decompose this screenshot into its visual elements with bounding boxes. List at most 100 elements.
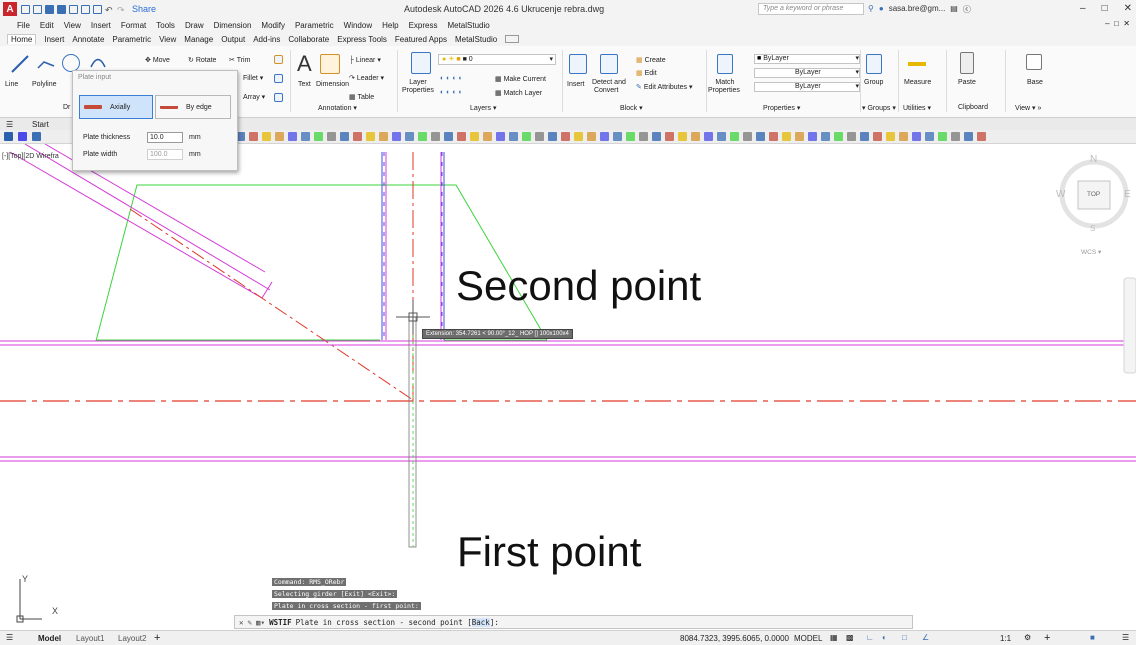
table-button[interactable]: ▦ Table xyxy=(349,93,374,101)
tab-layout1[interactable]: Layout1 xyxy=(76,634,104,643)
by-edge-option[interactable]: By edge xyxy=(155,95,231,119)
command-line[interactable]: ✕ ✎ ▦▾ WSTIF Plate in cross section - se… xyxy=(234,615,913,629)
layer-tools-icons-2[interactable]: ◐ ◐ ◐ ◐ xyxy=(440,89,463,96)
toolbar-tool-icon[interactable] xyxy=(652,132,661,141)
coordinates-readout[interactable]: 8084.7323, 3995.6065, 0.0000 xyxy=(680,634,789,643)
toolbar-tool-icon[interactable] xyxy=(444,132,453,141)
viewcube-top-label[interactable]: TOP xyxy=(1087,191,1100,198)
tab-options-icon[interactable] xyxy=(505,35,520,43)
minimize-icon[interactable]: – xyxy=(1080,3,1086,14)
tab-annotate[interactable]: Annotate xyxy=(72,35,104,44)
explode-icon[interactable] xyxy=(274,74,283,83)
group-icon[interactable] xyxy=(866,54,882,74)
clipboard-panel-title[interactable]: Clipboard xyxy=(958,104,988,111)
viewport-label[interactable]: [-][Top][2D Wirefra xyxy=(2,153,59,160)
fillet-button[interactable]: Fillet ▾ xyxy=(243,74,263,82)
toolbar-tool-icon[interactable] xyxy=(509,132,518,141)
search-input[interactable]: Type a keyword or phrase xyxy=(758,3,864,15)
tab-output[interactable]: Output xyxy=(221,35,245,44)
toolbar-tool-icon[interactable] xyxy=(431,132,440,141)
toolbar-tool-icon[interactable] xyxy=(665,132,674,141)
menu-tools[interactable]: Tools xyxy=(156,21,175,30)
insert-label[interactable]: Insert xyxy=(567,81,585,88)
toolbar-tool-icon[interactable] xyxy=(327,132,336,141)
toolbar-tool-icon[interactable] xyxy=(691,132,700,141)
make-current-button[interactable]: ▦ Make Current xyxy=(495,75,546,83)
tab-layout2[interactable]: Layout2 xyxy=(118,634,146,643)
toolbar-tool-icon[interactable] xyxy=(587,132,596,141)
command-history-icon[interactable]: ▦▾ xyxy=(256,618,265,627)
layers-panel-title[interactable]: Layers ▾ xyxy=(470,104,496,112)
layer-tools-icons[interactable]: ◐ ◐ ◐ ◐ xyxy=(440,75,463,82)
osnap-icon[interactable]: □ xyxy=(902,633,907,642)
tab-view[interactable]: View xyxy=(159,35,176,44)
create-button[interactable]: ▦ Create xyxy=(636,56,666,64)
measure-label[interactable]: Measure xyxy=(904,79,931,86)
otrack-icon[interactable]: ∠ xyxy=(922,633,929,642)
toolbar-tool-icon[interactable] xyxy=(548,132,557,141)
properties-panel-title[interactable]: Properties ▾ xyxy=(763,104,800,112)
tab-featured-apps[interactable]: Featured Apps xyxy=(395,35,447,44)
toolbar-tool-icon[interactable] xyxy=(743,132,752,141)
tab-parametric[interactable]: Parametric xyxy=(112,35,151,44)
toolbar-tool-icon[interactable] xyxy=(288,132,297,141)
redo-icon[interactable]: ↷ xyxy=(117,5,126,15)
lineweight-dropdown[interactable]: ByLayer ▾ xyxy=(754,68,860,78)
snap-icon[interactable]: ▩ xyxy=(846,633,854,642)
menu-dimension[interactable]: Dimension xyxy=(214,21,252,30)
utilities-panel-title[interactable]: Utilities ▾ xyxy=(903,104,931,112)
cart-icon[interactable]: ▤ xyxy=(950,4,958,15)
save-as-icon[interactable] xyxy=(57,4,66,14)
annotation-panel-title[interactable]: Annotation ▾ xyxy=(318,104,357,112)
toolbar-tool-icon[interactable] xyxy=(964,132,973,141)
compass-east[interactable]: E xyxy=(1124,189,1131,200)
toolbar-tool-icon[interactable] xyxy=(353,132,362,141)
toolbar-tool-icon[interactable] xyxy=(756,132,765,141)
layout-menu-icon[interactable]: ☰ xyxy=(6,633,13,642)
tab-metalstudio[interactable]: MetalStudio xyxy=(455,35,497,44)
line-label[interactable]: Line xyxy=(5,81,18,88)
color-dropdown[interactable]: ■ ByLayer ▾ xyxy=(754,54,860,64)
toolbar-tool-icon[interactable] xyxy=(535,132,544,141)
detect-convert-icon[interactable] xyxy=(600,54,618,74)
toolbar-tool-icon[interactable] xyxy=(379,132,388,141)
compass-south[interactable]: S xyxy=(1090,224,1095,233)
edit-icon[interactable] xyxy=(274,55,283,64)
toolbar-tool-icon[interactable] xyxy=(418,132,427,141)
user-name[interactable]: sasa.bre@gm... xyxy=(889,4,946,15)
command-option-back[interactable]: Back xyxy=(471,617,490,627)
leader-button[interactable]: ↷ Leader ▾ xyxy=(349,74,384,82)
toolbar-tool-icon[interactable] xyxy=(405,132,414,141)
axially-option[interactable]: Axially xyxy=(79,95,153,119)
toolbar-icon-3[interactable] xyxy=(32,132,41,141)
layer-properties-icon[interactable] xyxy=(411,52,431,74)
toolbar-tool-icon[interactable] xyxy=(366,132,375,141)
toolbar-tool-icon[interactable] xyxy=(314,132,323,141)
wcs-menu[interactable]: WCS ▾ xyxy=(1081,248,1101,256)
trim-button[interactable]: ✂ Trim xyxy=(229,56,250,64)
toolbar-tool-icon[interactable] xyxy=(704,132,713,141)
view-panel-title[interactable]: View ▾ » xyxy=(1015,104,1041,112)
menu-metalstudio[interactable]: MetalStudio xyxy=(447,21,489,30)
open-icon[interactable] xyxy=(33,4,42,14)
toolbar-tool-icon[interactable] xyxy=(340,132,349,141)
dimension-label[interactable]: Dimension xyxy=(316,81,349,88)
close-icon[interactable]: ✕ xyxy=(1124,3,1132,14)
text-label[interactable]: Text xyxy=(298,81,311,88)
toolbar-tool-icon[interactable] xyxy=(899,132,908,141)
restore-icon[interactable]: □ xyxy=(1102,3,1108,14)
toolbar-tool-icon[interactable] xyxy=(262,132,271,141)
toolbar-tool-icon[interactable] xyxy=(483,132,492,141)
toolbar-tool-icon[interactable] xyxy=(639,132,648,141)
line-icon[interactable] xyxy=(10,52,30,74)
command-close-icon[interactable]: ✕ xyxy=(239,618,244,627)
menu-window-controls[interactable]: – □ ✕ xyxy=(1105,19,1130,28)
move-button[interactable]: ✥ Move xyxy=(145,56,170,64)
plot-icon[interactable] xyxy=(81,4,90,14)
dimension-icon[interactable] xyxy=(320,54,340,74)
toolbar-tool-icon[interactable] xyxy=(301,132,310,141)
toolbar-tool-icon[interactable] xyxy=(457,132,466,141)
toolbar-tool-icon[interactable] xyxy=(821,132,830,141)
polyline-icon[interactable] xyxy=(36,54,56,74)
toolbar-tool-icon[interactable] xyxy=(873,132,882,141)
